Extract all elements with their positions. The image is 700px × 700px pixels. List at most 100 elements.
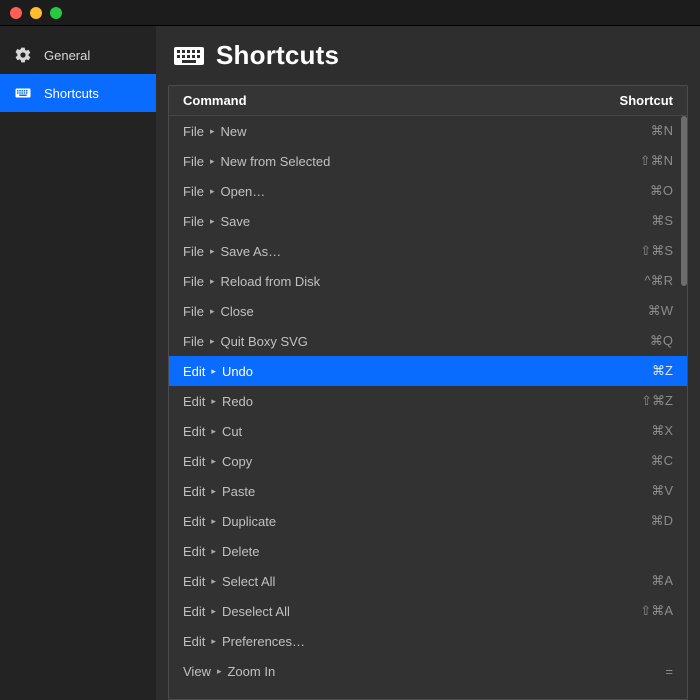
command-cell: Edit▸Copy (183, 454, 583, 469)
table-row[interactable]: File ▸New ⌘N (169, 116, 687, 146)
chevron-right-icon: ▸ (208, 127, 217, 136)
command-path-segment: Save As… (220, 244, 281, 259)
keyboard-icon (174, 45, 204, 67)
command-path-segment: Zoom In (227, 664, 275, 679)
shortcut-cell: ⇧⌘A (583, 603, 673, 619)
shortcut-cell: ⇧⌘S (583, 243, 673, 259)
table-row[interactable]: File▸Quit Boxy SVG⌘Q (169, 326, 687, 356)
chevron-right-icon: ▸ (209, 577, 218, 586)
shortcut-cell: ⌘S (583, 213, 673, 229)
table-row[interactable]: View ▸Zoom In = (169, 656, 687, 686)
command-cell: File ▸Save (183, 214, 583, 229)
shortcut-cell: ⇧⌘N (583, 153, 673, 169)
table-row[interactable]: Edit▸Deselect All⇧⌘A (169, 596, 687, 626)
table-row[interactable]: Edit▸Undo⌘Z (169, 356, 687, 386)
command-path-segment: File (183, 334, 204, 349)
keyboard-icon (14, 84, 32, 102)
panel-title: Shortcuts (168, 34, 688, 85)
command-path-segment: Edit (183, 574, 205, 589)
shortcut-cell: ⌘A (583, 573, 673, 589)
command-path-segment: Save (220, 214, 250, 229)
command-path-segment: Edit (183, 514, 205, 529)
table-row[interactable]: Edit▸Copy⌘C (169, 446, 687, 476)
command-path-segment: New from Selected (220, 154, 330, 169)
sidebar-item-general[interactable]: General (0, 36, 156, 74)
shortcut-cell: ⌘X (583, 423, 673, 439)
command-cell: Edit▸Redo (183, 394, 583, 409)
shortcut-cell: ⌘N (583, 123, 673, 139)
shortcut-cell: ⌘V (583, 483, 673, 499)
command-cell: Edit ▸ Delete (183, 544, 583, 559)
command-path-segment: Delete (222, 544, 260, 559)
table-row[interactable]: File ▸Save ⌘S (169, 206, 687, 236)
chevron-right-icon: ▸ (208, 337, 217, 346)
command-path-segment: Cut (222, 424, 242, 439)
command-path-segment: Redo (222, 394, 253, 409)
table-row[interactable]: File ▸Save As… ⇧⌘S (169, 236, 687, 266)
column-header-command[interactable]: Command (183, 93, 583, 108)
chevron-right-icon: ▸ (209, 517, 218, 526)
content-panel: Shortcuts Command Shortcut File▸New⌘NFil… (156, 26, 700, 700)
command-cell: File▸Open… (183, 184, 583, 199)
chevron-right-icon: ▸ (209, 547, 218, 556)
shortcut-cell: ⌘Q (583, 333, 673, 349)
shortcut-cell: ⌘O (583, 183, 673, 199)
zoom-window-button[interactable] (50, 7, 62, 19)
command-path-segment: Select All (222, 574, 275, 589)
table-row[interactable]: Edit▸Paste⌘V (169, 476, 687, 506)
shortcuts-table: Command Shortcut File▸New⌘NFile▸New from… (168, 85, 688, 700)
command-path-segment: New (220, 124, 246, 139)
chevron-right-icon: ▸ (208, 247, 217, 256)
command-path-segment: File (183, 184, 204, 199)
chevron-right-icon: ▸ (209, 367, 218, 376)
command-path-segment: File (183, 244, 204, 259)
scrollbar-thumb[interactable] (681, 116, 687, 286)
command-cell: Edit▸Paste (183, 484, 583, 499)
command-path-segment: Deselect All (222, 604, 290, 619)
shortcut-cell: ⌘C (583, 453, 673, 469)
shortcut-cell: ⌘Z (583, 363, 673, 379)
command-path-segment: Reload from Disk (220, 274, 320, 289)
chevron-right-icon: ▸ (209, 427, 218, 436)
command-cell: File▸Quit Boxy SVG (183, 334, 583, 349)
command-path-segment: View (183, 664, 211, 679)
table-row[interactable]: File▸New from Selected⇧⌘N (169, 146, 687, 176)
command-path-segment: Edit (183, 364, 205, 379)
minimize-window-button[interactable] (30, 7, 42, 19)
sidebar-item-label: General (44, 48, 90, 63)
shortcut-cell: = (583, 664, 673, 679)
table-header: Command Shortcut (169, 86, 687, 116)
table-row[interactable]: Edit▸Duplicate⌘D (169, 506, 687, 536)
chevron-right-icon: ▸ (209, 457, 218, 466)
sidebar: General Shortcuts (0, 26, 156, 700)
table-row[interactable]: File▸Reload from Disk^⌘R (169, 266, 687, 296)
chevron-right-icon: ▸ (208, 217, 217, 226)
titlebar (0, 0, 700, 26)
command-path-segment: File (183, 214, 204, 229)
command-cell: Edit▸Deselect All (183, 604, 583, 619)
command-path-segment: File (183, 304, 204, 319)
shortcut-cell: ⇧⌘Z (583, 393, 673, 409)
command-cell: Edit▸Duplicate (183, 514, 583, 529)
command-cell: Edit▸Undo (183, 364, 583, 379)
command-path-segment: File (183, 274, 204, 289)
command-path-segment: File (183, 124, 204, 139)
chevron-right-icon: ▸ (208, 307, 217, 316)
command-path-segment: Copy (222, 454, 252, 469)
command-cell: Edit▸Cut (183, 424, 583, 439)
table-row[interactable]: Edit ▸ Delete (169, 536, 687, 566)
table-row[interactable]: Edit▸Preferences… (169, 626, 687, 656)
table-row[interactable]: File▸Open…⌘O (169, 176, 687, 206)
chevron-right-icon: ▸ (209, 637, 218, 646)
chevron-right-icon: ▸ (215, 667, 224, 676)
column-header-shortcut[interactable]: Shortcut (583, 93, 673, 108)
table-row[interactable]: Edit▸Redo⇧⌘Z (169, 386, 687, 416)
command-path-segment: Edit (183, 544, 205, 559)
table-row[interactable]: Edit ▸ Select All ⌘A (169, 566, 687, 596)
shortcut-cell: ⌘D (583, 513, 673, 529)
sidebar-item-label: Shortcuts (44, 86, 99, 101)
table-row[interactable]: Edit▸Cut⌘X (169, 416, 687, 446)
table-row[interactable]: File▸Close⌘W (169, 296, 687, 326)
close-window-button[interactable] (10, 7, 22, 19)
sidebar-item-shortcuts[interactable]: Shortcuts (0, 74, 156, 112)
